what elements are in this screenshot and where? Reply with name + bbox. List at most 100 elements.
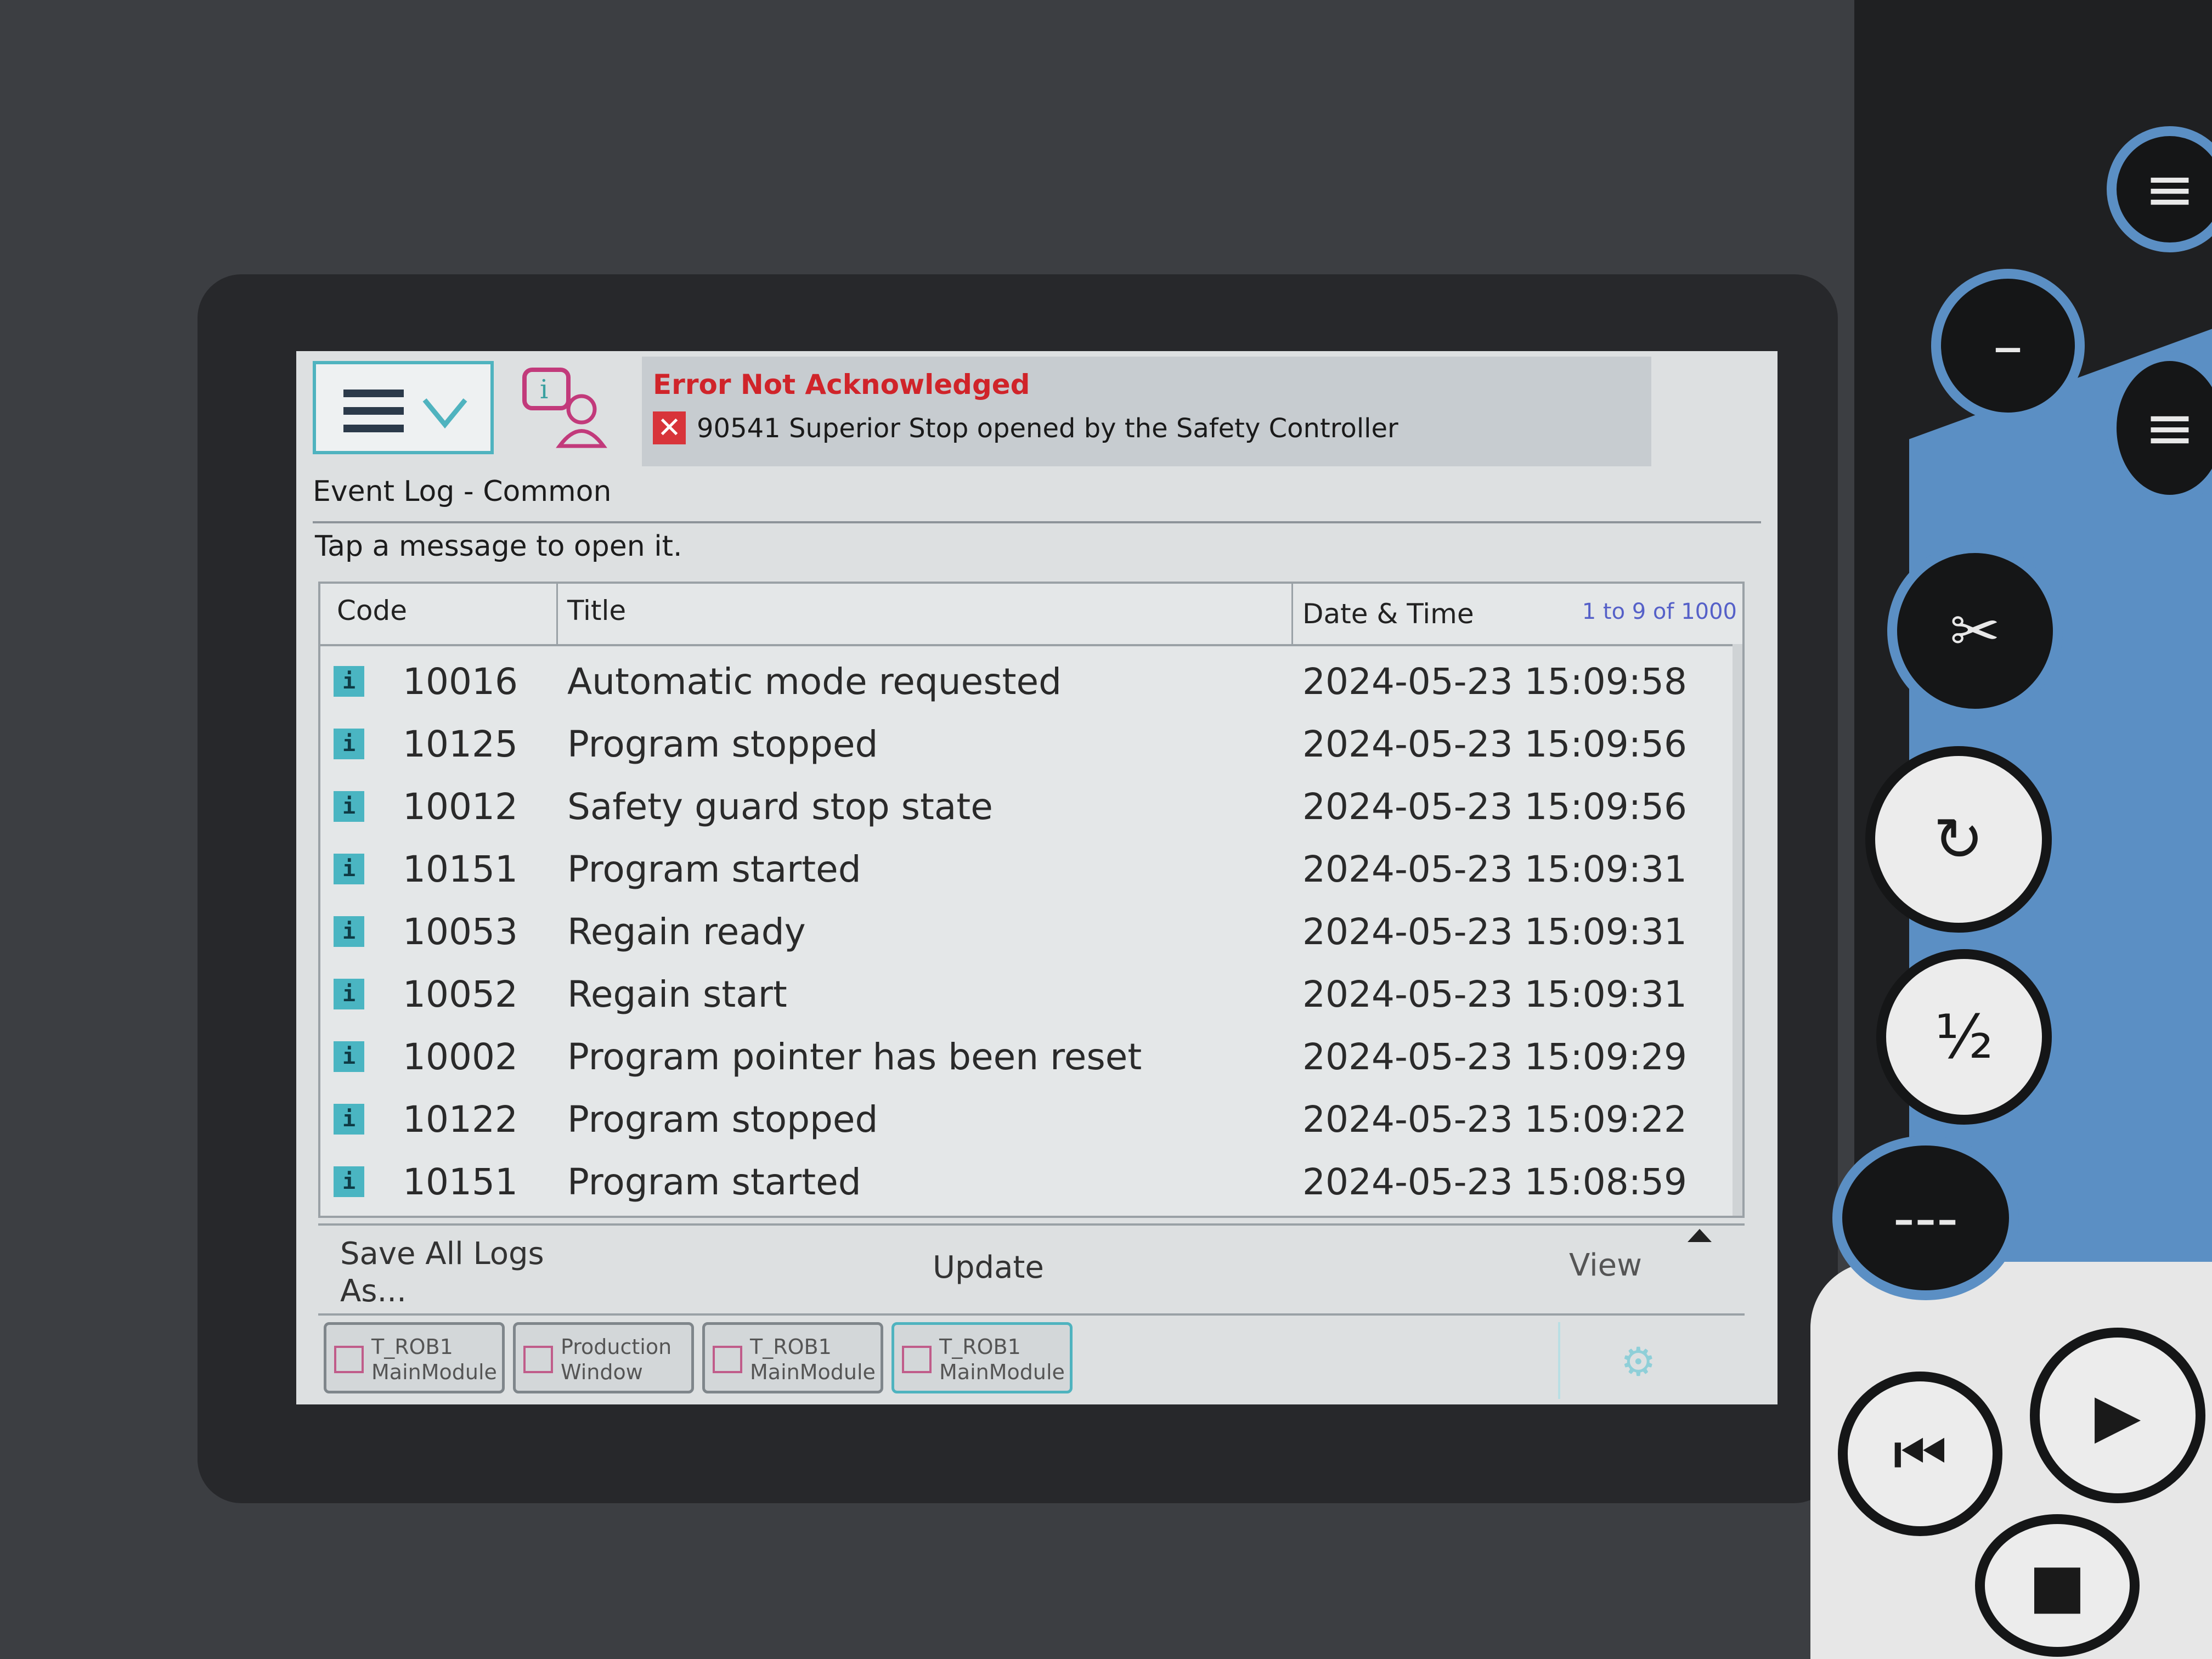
task-label: Production <box>561 1335 672 1359</box>
table-row[interactable]: i 10053 Regain ready 2024-05-23 15:09:31 <box>320 899 1742 963</box>
row-title: Program started <box>567 848 861 890</box>
info-icon: i <box>334 666 364 697</box>
task-label: T_ROB1 <box>371 1335 453 1359</box>
row-datetime: 2024-05-23 15:09:31 <box>1302 911 1687 953</box>
table-row[interactable]: i 10151 Program started 2024-05-23 15:09:31 <box>320 836 1742 901</box>
row-title: Automatic mode requested <box>567 661 1062 703</box>
task-window-icon <box>334 1346 364 1373</box>
update-button[interactable]: Update <box>933 1250 1044 1285</box>
hamburger-menu-icon <box>343 390 404 433</box>
scrollbar[interactable] <box>1733 644 1742 1216</box>
task-label: T_ROB1 <box>939 1335 1021 1359</box>
row-title: Regain ready <box>567 911 806 953</box>
hw-key-6[interactable]: ½ <box>1876 949 2052 1125</box>
row-datetime: 2024-05-23 15:09:29 <box>1302 1036 1687 1078</box>
alert-title: Error Not Acknowledged <box>653 369 1030 400</box>
hw-key-glyph: ▶ <box>2094 1380 2141 1451</box>
info-icon: i <box>334 1166 364 1197</box>
stop-key[interactable]: ■ <box>1975 1514 2140 1657</box>
row-datetime: 2024-05-23 15:08:59 <box>1302 1161 1687 1203</box>
task-window-icon <box>713 1346 742 1373</box>
touch-screen: i Error Not Acknowledged ✕ 90541 Superio… <box>296 351 1778 1404</box>
row-datetime: 2024-05-23 15:09:31 <box>1302 973 1687 1015</box>
table-row[interactable]: i 10052 Regain start 2024-05-23 15:09:31 <box>320 961 1742 1026</box>
row-code: 10125 <box>403 723 518 765</box>
row-code: 10012 <box>403 786 518 828</box>
row-code: 10016 <box>403 661 518 703</box>
row-datetime: 2024-05-23 15:09:56 <box>1302 786 1687 828</box>
taskbar-item[interactable]: Production Window <box>513 1322 694 1393</box>
scroll-up-icon[interactable] <box>1688 1229 1712 1242</box>
hw-key-glyph: ✂ <box>1949 596 2001 666</box>
taskbar-item[interactable]: T_ROB1 MainModule <box>702 1322 883 1393</box>
column-divider <box>1291 584 1293 644</box>
task-label: T_ROB1 <box>750 1335 832 1359</box>
svg-text:i: i <box>540 374 548 405</box>
taskbar: T_ROB1 MainModule Production Window T_ROB1 Ma… <box>318 1317 1745 1399</box>
table-row[interactable]: i 10002 Program pointer has been reset 2024… <box>320 1024 1742 1088</box>
column-header-title[interactable]: Title <box>567 595 626 627</box>
row-code: 10122 <box>403 1098 518 1141</box>
row-code: 10151 <box>403 1161 518 1203</box>
info-icon: i <box>334 1104 364 1135</box>
row-datetime: 2024-05-23 15:09:58 <box>1302 661 1687 703</box>
table-header: Code Title Date & Time 1 to 9 of 1000 <box>320 584 1742 646</box>
hw-key-glyph: ≡ <box>2144 393 2196 463</box>
page-hint: Tap a message to open it. <box>315 530 682 563</box>
save-all-logs-button[interactable]: Save All Logs As... <box>340 1235 544 1310</box>
row-title: Safety guard stop state <box>567 786 993 828</box>
save-all-logs-label: Save All Logs <box>340 1236 544 1272</box>
row-title: Program started <box>567 1161 861 1203</box>
row-datetime: 2024-05-23 15:09:31 <box>1302 848 1687 890</box>
event-log-icon[interactable]: i <box>521 366 614 449</box>
alert-banner[interactable]: Error Not Acknowledged ✕ 90541 Superior … <box>642 357 1651 466</box>
event-log-table: Code Title Date & Time 1 to 9 of 1000 i 1… <box>318 582 1745 1218</box>
step-back-key[interactable]: ⏮ <box>1838 1372 2002 1536</box>
info-icon: i <box>334 916 364 947</box>
table-row[interactable]: i 10122 Program stopped 2024-05-23 15:09:22 <box>320 1086 1742 1151</box>
task-sublabel: MainModule <box>750 1360 876 1384</box>
table-row[interactable]: i 10125 Program stopped 2024-05-23 15:09:56 <box>320 711 1742 776</box>
row-code: 10052 <box>403 973 518 1015</box>
column-header-code[interactable]: Code <box>337 595 407 627</box>
task-window-icon <box>523 1346 553 1373</box>
save-all-logs-label-2: As... <box>340 1273 407 1309</box>
view-button[interactable]: View <box>1569 1248 1642 1283</box>
hw-key-glyph: ↻ <box>1933 804 1984 874</box>
hw-key-2[interactable]: – <box>1931 269 2085 422</box>
taskbar-item[interactable]: T_ROB1 MainModule <box>324 1322 505 1393</box>
info-icon: i <box>334 979 364 1009</box>
row-range: 1 to 9 of 1000 <box>1582 599 1737 624</box>
chevron-down-icon <box>422 398 467 429</box>
info-icon: i <box>334 854 364 884</box>
row-code: 10053 <box>403 911 518 953</box>
command-bar: Save All Logs As... Update View <box>318 1223 1745 1316</box>
quickset-button[interactable]: ⚙ <box>1558 1322 1723 1399</box>
info-icon: i <box>334 1041 364 1072</box>
row-datetime: 2024-05-23 15:09:56 <box>1302 723 1687 765</box>
error-x-icon: ✕ <box>653 411 686 444</box>
main-menu-button[interactable] <box>313 361 494 454</box>
table-row[interactable]: i 10016 Automatic mode requested 2024-05-23… <box>320 648 1742 713</box>
task-sublabel: MainModule <box>371 1360 497 1384</box>
hw-key-glyph: ≡ <box>2144 154 2196 224</box>
task-sublabel: Window <box>561 1360 643 1384</box>
hw-key-4[interactable]: ✂ <box>1887 543 2063 719</box>
task-sublabel: MainModule <box>939 1360 1065 1384</box>
table-row[interactable]: i 10012 Safety guard stop state 2024-05-23 … <box>320 774 1742 838</box>
hw-key-5[interactable]: ↻ <box>1865 746 2052 933</box>
taskbar-item[interactable]: T_ROB1 MainModule <box>891 1322 1073 1393</box>
hw-key-glyph: --- <box>1893 1183 1959 1253</box>
hw-key-7[interactable]: --- <box>1832 1136 2019 1300</box>
divider <box>313 521 1761 523</box>
column-header-datetime[interactable]: Date & Time <box>1302 598 1474 630</box>
column-divider <box>556 584 558 644</box>
hw-key-glyph: ½ <box>1934 1002 1994 1072</box>
hw-key-glyph: ⏮ <box>1893 1418 1948 1488</box>
row-datetime: 2024-05-23 15:09:22 <box>1302 1098 1687 1141</box>
play-key[interactable]: ▶ <box>2030 1328 2205 1503</box>
table-row[interactable]: i 10151 Program started 2024-05-23 15:08:59 <box>320 1149 1742 1214</box>
hw-key-glyph: ■ <box>2029 1550 2086 1621</box>
gear-icon: ⚙ <box>1621 1339 1656 1385</box>
info-icon: i <box>334 791 364 822</box>
